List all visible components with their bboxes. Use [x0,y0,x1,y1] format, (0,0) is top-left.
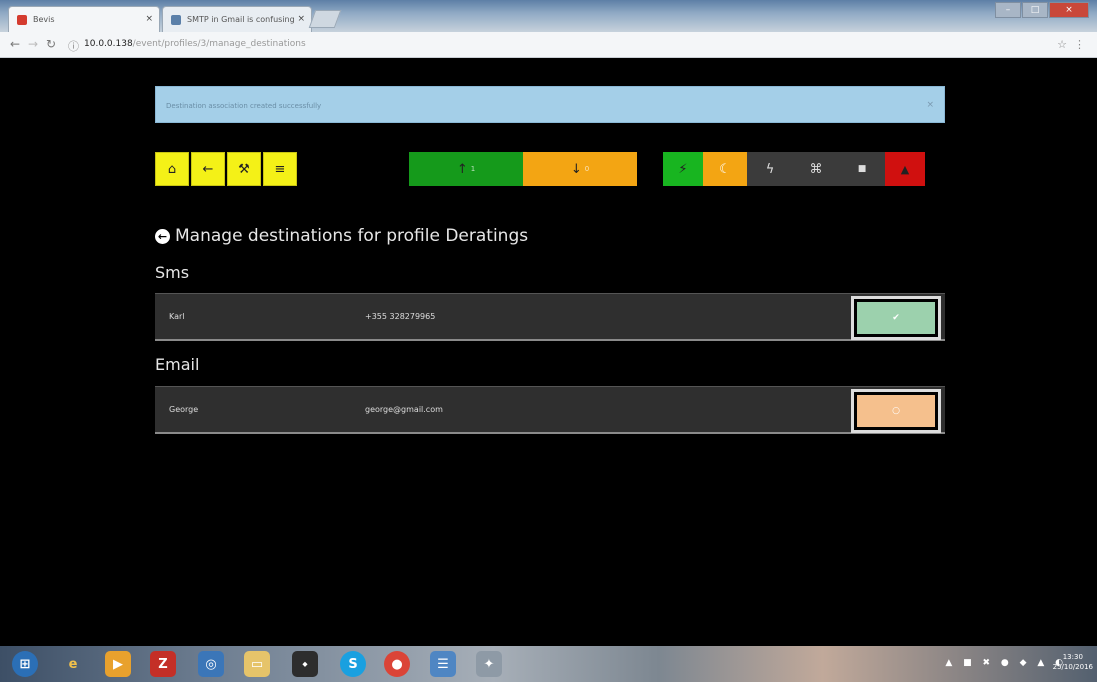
star-icon[interactable]: ☆ [1057,38,1067,51]
recipient-email: george@gmail.com [365,405,443,414]
window-controls: – □ × [994,2,1089,20]
tab-bevis[interactable]: Bevis × [8,6,160,32]
back-arrow-icon[interactable]: ← [10,37,20,51]
info-icon[interactable]: ⓘ [68,38,79,54]
down-counter-button[interactable]: ↓ 0 [523,152,637,186]
clock-time: 13:30 [1062,653,1083,661]
folder-icon[interactable]: ▭ [244,651,270,677]
success-alert: Destination association created successf… [155,86,945,123]
maximize-button[interactable]: □ [1022,2,1048,18]
start-orb[interactable]: ⊞ [12,651,38,677]
new-tab-button[interactable] [308,10,342,28]
toggle-fill: ✔ [857,302,935,334]
email-toggle-button[interactable]: ○ [851,389,941,433]
tab-close-icon[interactable]: × [145,14,153,24]
plug-icon: ⚡ [678,161,688,177]
warning-button[interactable]: ▲ [885,152,925,186]
list-icon: ≡ [274,161,286,177]
up-counter-button[interactable]: ↑ 1 [409,152,523,186]
home-icon: ⌂ [167,161,177,177]
tab-favicon [17,15,27,25]
arrow-up-icon: ↑ [456,161,468,177]
skype-icon[interactable]: S [340,651,366,677]
taskbar: ⊞ e ▶ Z ◎ ▭ ⬩ S ● ☰ ✦ ▲ ■ ✖ ● ◆ ▲ ◐ 13:3… [0,646,1097,682]
up-count: 1 [470,165,476,173]
menu-icon[interactable]: ⋮ [1074,38,1085,51]
back-button[interactable]: ← [191,152,225,186]
back-circle-icon[interactable]: ← [155,228,170,244]
url-field[interactable]: 10.0.0.138/event/profiles/3/manage_desti… [84,39,306,49]
tab-close-icon[interactable]: × [297,14,305,24]
destination-row-email: George george@gmail.com ○ [155,386,945,434]
link-button[interactable]: ⌘ [793,152,839,186]
network-icon[interactable]: ◎ [198,651,224,677]
recipient-name: George [169,405,199,414]
clock-date: 25/10/2016 [1052,663,1093,671]
system-tray[interactable]: ▲ ■ ✖ ● ◆ ▲ ◐ [945,658,1067,668]
recipient-name: Karl [169,312,185,321]
status-button-group: ⚡ ☾ ϟ ⌘ ■ ▲ [663,152,925,186]
arrow-down-icon: ↓ [570,161,582,177]
section-title-email: Email [155,355,200,374]
clock[interactable]: 13:30 25/10/2016 [1053,652,1093,672]
bolt-button[interactable]: ϟ [747,152,793,186]
down-count: 0 [584,165,590,173]
settings-button[interactable]: ⚒ [227,152,261,186]
lock-icon: ■ [857,164,867,174]
address-bar: ← → ↻ ⓘ 10.0.0.138/event/profiles/3/mana… [0,32,1097,58]
filezilla-icon[interactable]: Z [150,651,176,677]
recipient-phone: +355 328279965 [365,312,436,321]
ie-icon[interactable]: e [60,651,86,677]
home-button[interactable]: ⌂ [155,152,189,186]
alert-close-icon[interactable]: × [926,100,934,110]
explorer-icon[interactable]: ☰ [430,651,456,677]
arrow-left-icon: ← [202,161,214,177]
counter-group: ↑ 1 ↓ 0 [409,152,637,186]
page-title: ← Manage destinations for profile Derati… [155,226,528,246]
screen: Bevis × SMTP in Gmail is confusing × – □… [0,0,1097,682]
sms-toggle-button[interactable]: ✔ [851,296,941,340]
circle-icon: ○ [892,406,900,416]
window-close-button[interactable]: × [1049,2,1089,18]
minimize-button[interactable]: – [995,2,1021,18]
url-path: /event/profiles/3/manage_destinations [132,39,306,49]
destination-row-sms: Karl +355 328279965 ✔ [155,293,945,341]
list-button[interactable]: ≡ [263,152,297,186]
forward-arrow-icon[interactable]: → [28,37,38,51]
link-icon: ⌘ [809,161,823,177]
wrench-icon: ⚒ [238,161,250,177]
tab-smtp[interactable]: SMTP in Gmail is confusing × [162,6,312,32]
tab-label: Bevis [33,15,55,24]
warning-icon: ▲ [900,162,910,176]
section-title-sms: Sms [155,263,190,282]
page-title-text: Manage destinations for profile Derating… [175,226,529,246]
tab-label: SMTP in Gmail is confusing [187,15,295,24]
check-icon: ✔ [892,313,900,323]
lock-button[interactable]: ■ [839,152,885,186]
reload-icon[interactable]: ↻ [46,37,56,51]
toggle-fill: ○ [857,395,935,427]
browser-tab-bar: Bevis × SMTP in Gmail is confusing × – □… [0,0,1097,32]
page-content: Destination association created successf… [7,58,1090,646]
chrome-icon[interactable]: ● [384,651,410,677]
media-player-icon[interactable]: ▶ [105,651,131,677]
nav-button-group: ⌂ ← ⚒ ≡ [155,152,299,186]
moon-icon: ☾ [719,161,731,177]
url-host: 10.0.0.138 [84,39,133,49]
tab-favicon [171,15,181,25]
moon-button[interactable]: ☾ [703,152,747,186]
usb-icon[interactable]: ⬩ [292,651,318,677]
alert-message: Destination association created successf… [166,102,322,110]
tool-icon[interactable]: ✦ [476,651,502,677]
bolt-icon: ϟ [765,161,775,177]
plug-button[interactable]: ⚡ [663,152,703,186]
